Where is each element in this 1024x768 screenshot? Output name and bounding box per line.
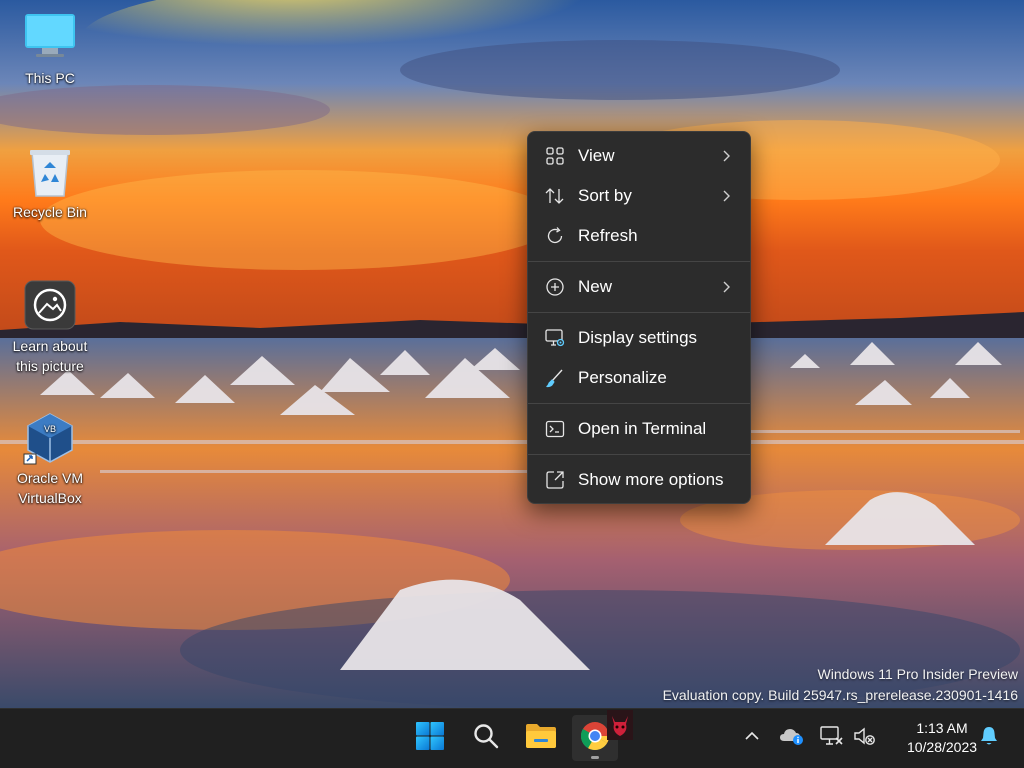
- search-icon: [472, 722, 500, 755]
- desktop-icon-label-line1: Learn about: [12, 338, 88, 354]
- windows-logo-icon: [415, 721, 445, 756]
- network-icon: [819, 725, 843, 752]
- desktop-wallpaper: [0, 0, 1024, 708]
- menu-item-open-in-terminal[interactable]: Open in Terminal: [534, 411, 744, 447]
- monitor-icon: [22, 10, 78, 66]
- expand-icon: [544, 469, 566, 491]
- spotlight-icon: [22, 278, 78, 334]
- menu-item-label: New: [578, 277, 613, 296]
- pinned-app-button[interactable]: [602, 709, 638, 745]
- file-explorer-button[interactable]: [518, 715, 564, 761]
- menu-item-refresh[interactable]: Refresh: [534, 218, 744, 254]
- desktop-context-menu: View Sort by Refresh New Display setting…: [527, 131, 751, 504]
- chevron-right-icon: [718, 280, 734, 294]
- display-settings-icon: [544, 327, 566, 349]
- menu-separator: [528, 454, 750, 455]
- menu-item-show-more-options[interactable]: Show more options: [534, 462, 744, 498]
- chevron-right-icon: [718, 149, 734, 163]
- folder-icon: [525, 722, 557, 755]
- desktop-icon-label: This PC: [25, 70, 75, 86]
- menu-item-display-settings[interactable]: Display settings: [534, 320, 744, 356]
- menu-separator: [528, 261, 750, 262]
- menu-item-label: View: [578, 146, 615, 165]
- onedrive-button[interactable]: [778, 723, 806, 753]
- menu-item-label: Display settings: [578, 328, 698, 347]
- grid-icon: [544, 145, 566, 167]
- start-button[interactable]: [407, 715, 453, 761]
- desktop-icon-label-line1: Oracle VM: [16, 470, 84, 486]
- virtualbox-icon: VB: [22, 410, 78, 466]
- recycle-bin-icon: [22, 144, 78, 200]
- watermark-build: Evaluation copy. Build 25947.rs_prerelea…: [662, 687, 1018, 703]
- menu-separator: [528, 403, 750, 404]
- desktop-icon-this-pc[interactable]: This PC: [2, 10, 98, 88]
- chevron-right-icon: [718, 189, 734, 203]
- desktop-icon-label-line2: VirtualBox: [18, 490, 82, 506]
- svg-text:VB: VB: [44, 424, 56, 434]
- taskbar: 1:13 AM 10/28/2023: [0, 708, 1024, 768]
- brush-icon: [544, 367, 566, 389]
- menu-item-label: Personalize: [578, 368, 667, 387]
- menu-item-label: Sort by: [578, 186, 632, 205]
- sort-icon: [544, 185, 566, 207]
- volume-muted-icon: [852, 725, 876, 752]
- desktop-icon-oracle-vm-virtualbox[interactable]: VB Oracle VM VirtualBox: [2, 410, 98, 508]
- show-hidden-icons-button[interactable]: [738, 723, 766, 753]
- windows-watermark: Windows 11 Pro Insider Preview Evaluatio…: [663, 664, 1018, 706]
- network-button[interactable]: [817, 723, 845, 753]
- menu-item-sort-by[interactable]: Sort by: [534, 178, 744, 214]
- watermark-edition: Windows 11 Pro Insider Preview: [817, 666, 1018, 682]
- menu-item-label: Refresh: [578, 226, 638, 245]
- active-indicator: [591, 756, 599, 759]
- desktop-icon-learn-about-picture[interactable]: Learn about this picture: [2, 278, 98, 376]
- wallpaper-image: [0, 0, 1024, 708]
- refresh-icon: [544, 225, 566, 247]
- notification-bell-icon: [979, 725, 999, 752]
- menu-separator: [528, 312, 750, 313]
- desktop-icon-label-line2: this picture: [16, 358, 84, 374]
- plus-circle-icon: [544, 276, 566, 298]
- desktop-icon-label: Recycle Bin: [13, 204, 87, 220]
- menu-item-label: Show more options: [578, 470, 724, 489]
- search-button[interactable]: [463, 715, 509, 761]
- notification-center-button[interactable]: [975, 723, 1003, 753]
- menu-item-personalize[interactable]: Personalize: [534, 360, 744, 396]
- terminal-icon: [544, 418, 566, 440]
- chevron-up-icon: [744, 729, 760, 747]
- menu-item-label: Open in Terminal: [578, 419, 707, 438]
- devil-avatar-icon: [607, 709, 633, 745]
- desktop-icon-recycle-bin[interactable]: Recycle Bin: [2, 144, 98, 222]
- volume-button[interactable]: [850, 723, 878, 753]
- onedrive-icon: [779, 726, 805, 751]
- menu-item-view[interactable]: View: [534, 138, 744, 174]
- menu-item-new[interactable]: New: [534, 269, 744, 305]
